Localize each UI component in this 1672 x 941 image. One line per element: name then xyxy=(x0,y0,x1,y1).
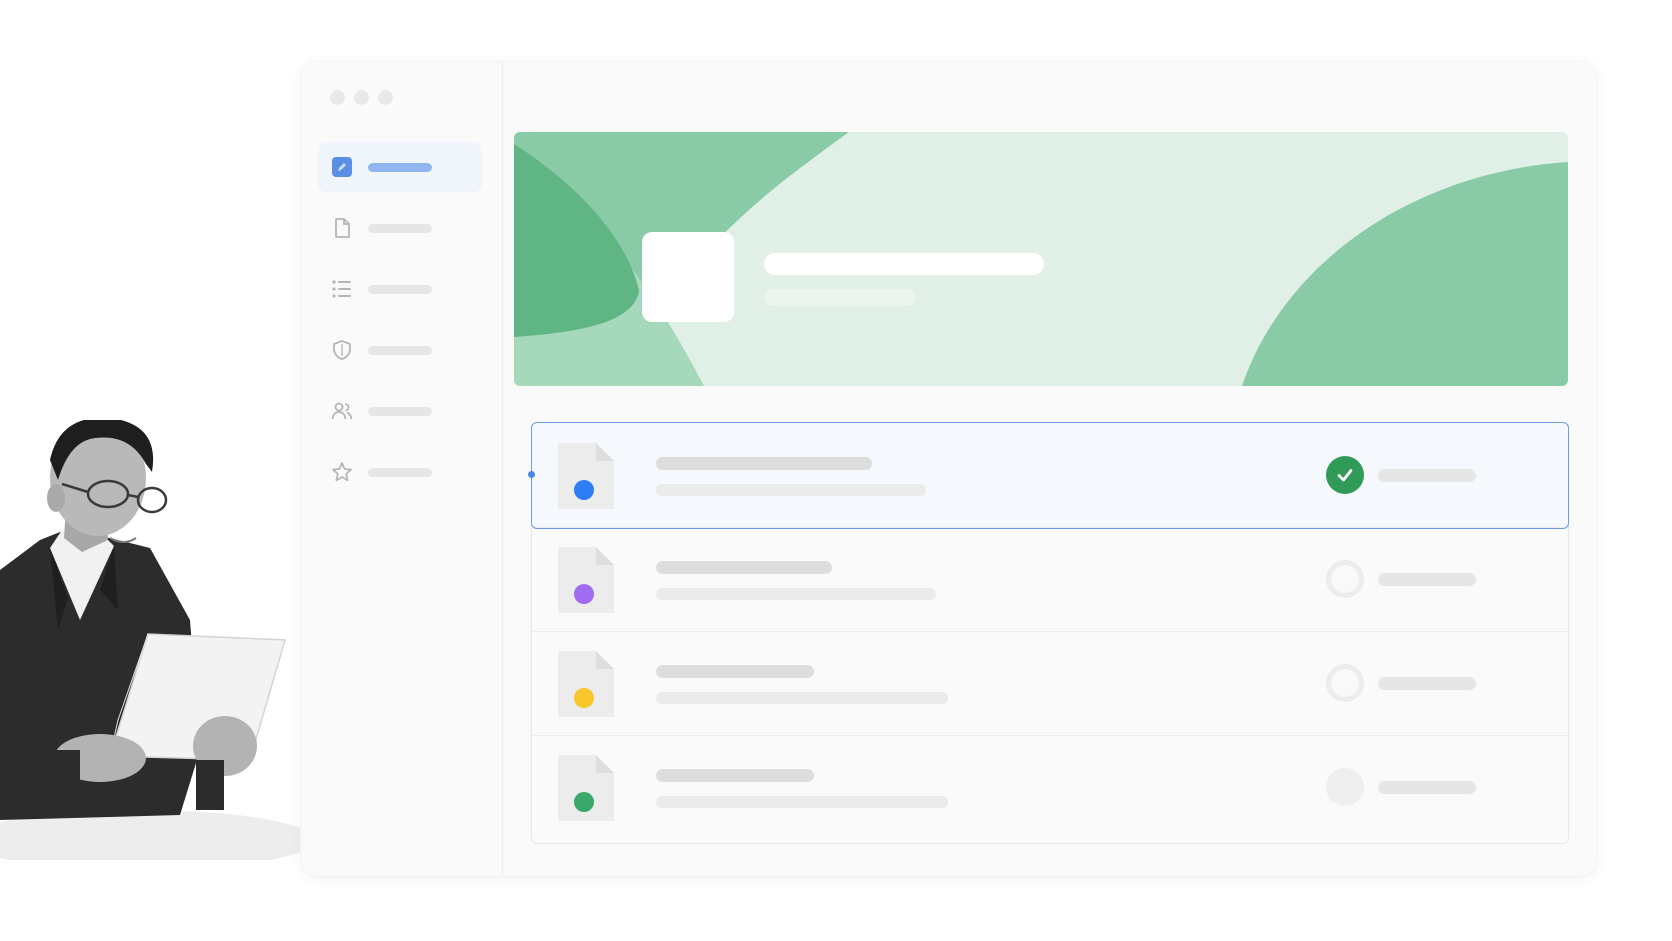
sidebar-item-label xyxy=(368,162,432,172)
sidebar-item-favorites[interactable] xyxy=(318,447,482,497)
status-verified xyxy=(1326,456,1364,494)
status-unset xyxy=(1326,768,1364,806)
banner-subtitle-placeholder xyxy=(764,289,916,306)
sidebar-item-users[interactable] xyxy=(318,386,482,436)
star-icon xyxy=(330,460,354,484)
document-meta-placeholder xyxy=(656,796,948,808)
document-row[interactable] xyxy=(532,527,1568,632)
sidebar xyxy=(302,62,503,876)
document-title-placeholder xyxy=(656,561,832,574)
sidebar-item-label xyxy=(368,284,432,294)
banner-title-placeholder xyxy=(764,253,1044,275)
document-row[interactable] xyxy=(528,422,1569,529)
file-icon xyxy=(558,755,614,821)
file-icon xyxy=(558,443,614,509)
status-label-placeholder xyxy=(1378,781,1476,794)
list-icon xyxy=(330,277,354,301)
sidebar-item-label xyxy=(368,223,432,233)
status-pending xyxy=(1326,664,1364,702)
app-window xyxy=(302,62,1596,876)
document-title-placeholder xyxy=(656,769,814,782)
header-banner xyxy=(514,132,1568,386)
sidebar-item-security[interactable] xyxy=(318,325,482,375)
sidebar-item-documents[interactable] xyxy=(318,203,482,253)
organization-logo-placeholder xyxy=(642,232,734,322)
document-row[interactable] xyxy=(532,631,1568,736)
status-pending xyxy=(1326,560,1364,598)
file-icon xyxy=(558,547,614,613)
status-label-placeholder xyxy=(1378,573,1476,586)
sidebar-item-label xyxy=(368,406,432,416)
sidebar-item-label xyxy=(368,467,432,477)
selection-indicator xyxy=(528,471,535,478)
sidebar-item-label xyxy=(368,345,432,355)
sidebar-item-edit[interactable] xyxy=(318,142,482,192)
sidebar-item-list[interactable] xyxy=(318,264,482,314)
document-meta-placeholder xyxy=(656,588,936,600)
document-icon xyxy=(330,216,354,240)
status-label-placeholder xyxy=(1378,677,1476,690)
shield-icon xyxy=(330,338,354,362)
status-label-placeholder xyxy=(1378,469,1476,482)
document-row[interactable] xyxy=(532,735,1568,839)
edit-icon xyxy=(330,155,354,179)
document-title-placeholder xyxy=(656,665,814,678)
document-meta-placeholder xyxy=(656,484,926,496)
file-icon xyxy=(558,651,614,717)
document-title-placeholder xyxy=(656,457,872,470)
document-list xyxy=(528,422,1569,844)
person-reading-document-photo xyxy=(0,420,300,860)
check-icon xyxy=(1337,469,1353,482)
users-icon xyxy=(330,399,354,423)
document-meta-placeholder xyxy=(656,692,948,704)
